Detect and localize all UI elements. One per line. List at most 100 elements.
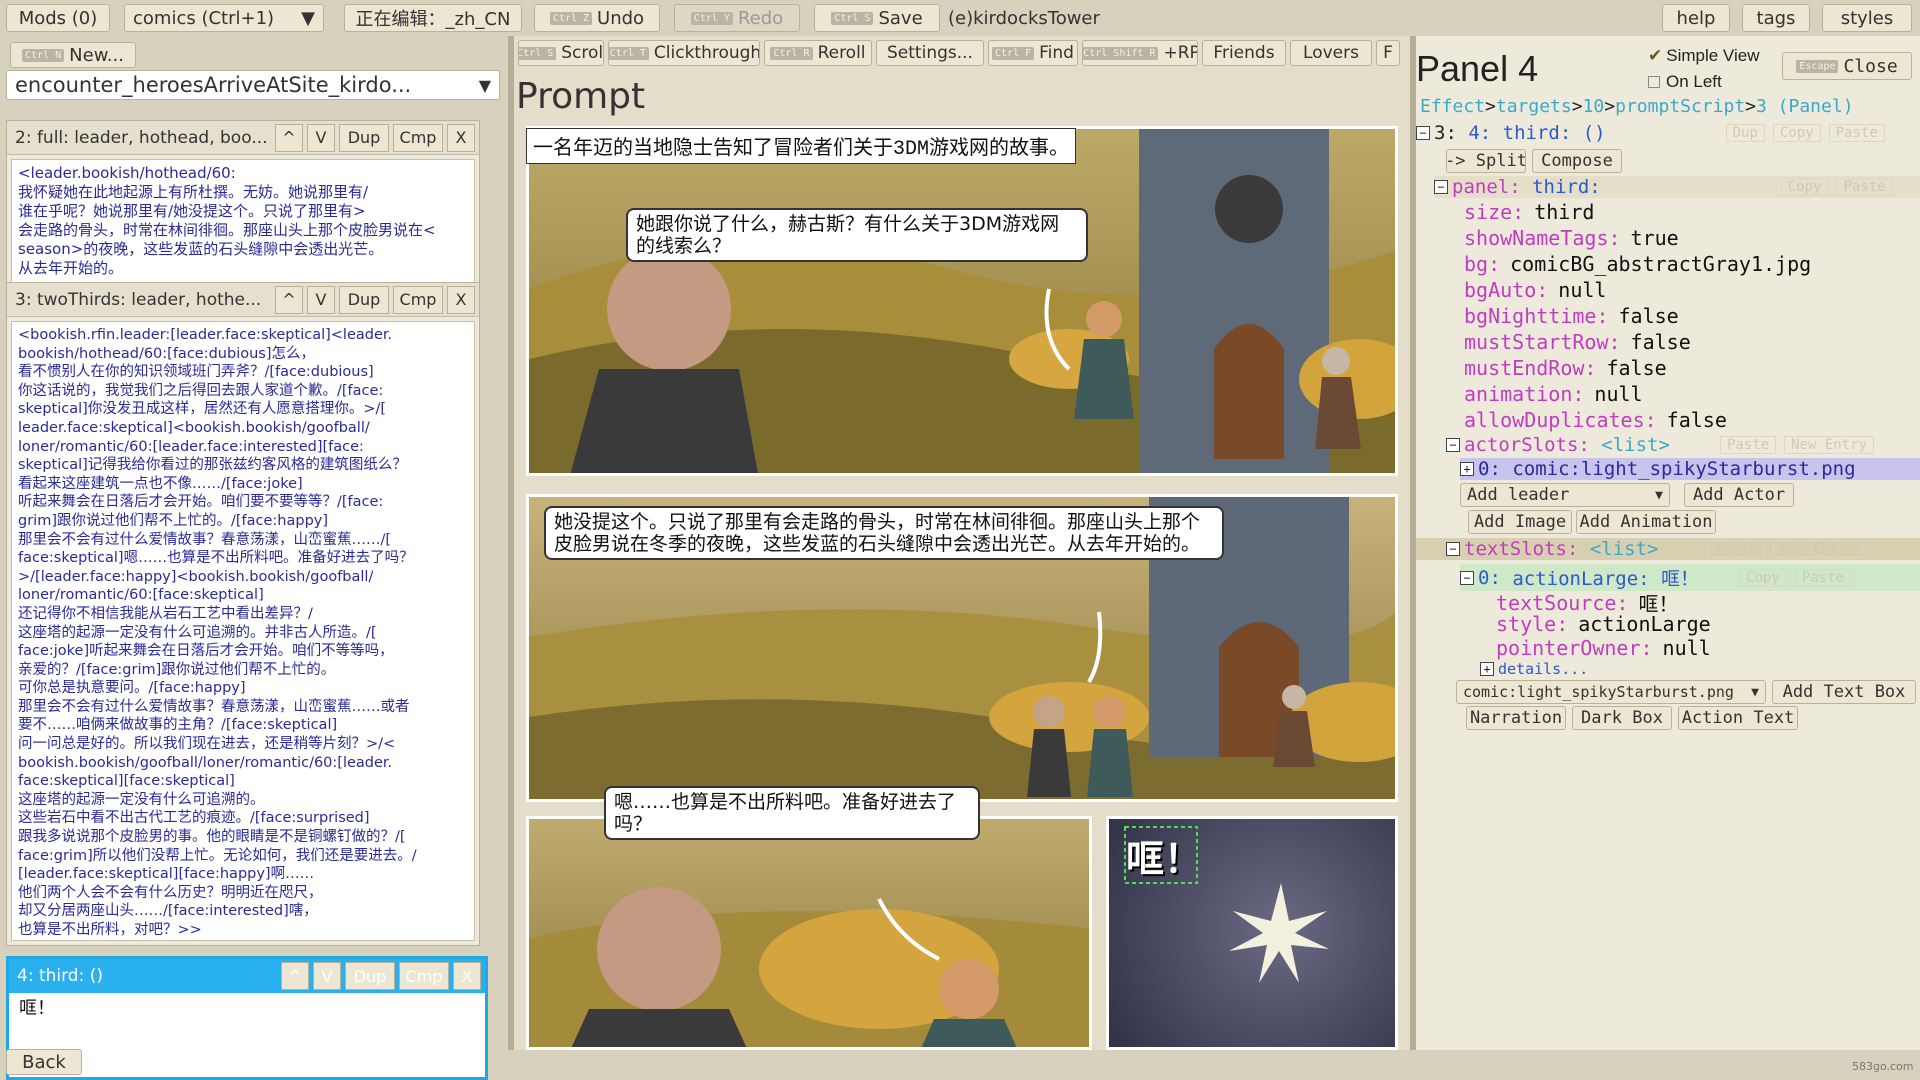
copy-button[interactable]: Copy [1772, 124, 1821, 142]
tree-field[interactable]: mustEndRow: false [1464, 356, 1667, 380]
move-down-button[interactable]: V [307, 123, 335, 152]
duplicate-button[interactable]: Dup [339, 285, 389, 314]
collapse-icon[interactable]: − [1434, 180, 1448, 194]
breadcrumb-link[interactable]: targets [1496, 96, 1572, 117]
field-value[interactable]: false [1619, 304, 1679, 328]
move-up-button[interactable]: ^ [275, 123, 303, 152]
dark-box-button[interactable]: Dark Box [1572, 706, 1672, 730]
preview-toolbar-button[interactable]: F [1376, 40, 1400, 66]
preview-toolbar-button[interactable]: Ctrl T Clickthrough [608, 40, 760, 66]
field-value[interactable]: actionLarge [1578, 612, 1710, 636]
styles-button[interactable]: styles [1822, 4, 1912, 32]
tree-field[interactable]: allowDuplicates: false [1464, 408, 1727, 432]
preview-toolbar-button[interactable]: Lovers [1290, 40, 1372, 66]
encounter-select[interactable]: encounter_heroesArriveAtSite_kirdo... ▼ [6, 70, 500, 100]
breadcrumb-link[interactable]: Effect [1420, 96, 1485, 117]
entry-text[interactable]: 哐！ [13, 995, 481, 1065]
mods-button[interactable]: Mods (0) [6, 4, 110, 32]
tree-node-text-slots[interactable]: − textSlots: <list> Paste New Entry [1416, 538, 1920, 560]
tree-node-details[interactable]: + details... [1480, 660, 1588, 678]
duplicate-button[interactable]: Dup [345, 962, 395, 990]
compare-button[interactable]: Cmp [393, 123, 443, 152]
tree-field[interactable]: style: actionLarge [1496, 612, 1711, 636]
breadcrumb-link[interactable]: 3 (Panel) [1756, 96, 1854, 117]
back-button[interactable]: Back [6, 1049, 82, 1075]
editing-language-button[interactable]: 正在编辑：_zh_CN [344, 4, 522, 32]
collapse-icon[interactable]: − [1416, 126, 1430, 140]
field-value[interactable]: false [1606, 356, 1666, 380]
move-up-button[interactable]: ^ [275, 285, 303, 314]
paste-button[interactable]: Paste [1719, 436, 1777, 454]
copy-button[interactable]: Copy [1780, 178, 1829, 196]
delete-button[interactable]: X [447, 285, 475, 314]
expand-icon[interactable]: + [1480, 662, 1494, 676]
comics-select[interactable]: comics (Ctrl+1) ▼ [124, 4, 324, 32]
breadcrumb-link[interactable]: promptScript [1615, 96, 1745, 117]
preview-toolbar-button[interactable]: Friends [1202, 40, 1286, 66]
expand-icon[interactable]: + [1460, 462, 1474, 476]
tree-field[interactable]: size: third [1464, 200, 1594, 224]
paste-button[interactable]: Paste [1836, 178, 1893, 196]
tree-field[interactable]: animation: null [1464, 382, 1643, 406]
add-actor-button[interactable]: Add Actor [1684, 483, 1794, 507]
collapse-icon[interactable]: − [1446, 542, 1460, 556]
field-value[interactable]: true [1631, 226, 1679, 250]
breadcrumb-link[interactable]: 10 [1583, 96, 1605, 117]
on-left-checkbox[interactable]: On Left [1648, 72, 1722, 92]
move-down-button[interactable]: V [313, 962, 341, 990]
field-value[interactable]: null [1558, 278, 1606, 302]
add-image-button[interactable]: Add Image [1468, 510, 1572, 534]
textbox-image-select[interactable]: comic:light_spikyStarburst.png ▼ [1456, 680, 1766, 704]
redo-button[interactable]: Ctrl Y Redo [674, 4, 800, 32]
field-value[interactable]: null [1663, 636, 1711, 660]
delete-button[interactable]: X [453, 962, 481, 990]
tree-field[interactable]: showNameTags: true [1464, 226, 1679, 250]
field-value[interactable]: false [1631, 330, 1691, 354]
script-entry[interactable]: 3: twoThirds: leader, hothe... ^ V Dup C… [6, 282, 480, 946]
simple-view-checkbox[interactable]: ✔ Simple View [1648, 46, 1759, 66]
new-entry-button[interactable]: New Entry [1772, 540, 1863, 558]
preview-toolbar-button[interactable]: Settings... [876, 40, 984, 66]
paste-button[interactable]: Paste [1794, 568, 1851, 587]
dup-button[interactable]: Dup [1725, 124, 1765, 142]
tree-node-panel[interactable]: − panel: third: Copy Paste [1434, 176, 1920, 198]
tree-field[interactable]: bgNighttime: false [1464, 304, 1679, 328]
preview-toolbar-button[interactable]: Ctrl Shift R +RP [1082, 40, 1198, 66]
field-value[interactable]: null [1594, 382, 1642, 406]
add-actor-select[interactable]: Add leader ▼ [1460, 483, 1670, 507]
action-text-button[interactable]: Action Text [1678, 706, 1798, 730]
compare-button[interactable]: Cmp [393, 285, 443, 314]
tree-node-text-0[interactable]: −0: actionLarge: 哐！ Copy Paste [1460, 564, 1920, 591]
field-value[interactable]: false [1667, 408, 1727, 432]
tree-field[interactable]: bgAuto: null [1464, 278, 1606, 302]
tags-button[interactable]: tags [1742, 4, 1810, 32]
add-animation-button[interactable]: Add Animation [1576, 510, 1716, 534]
paste-button[interactable]: Paste [1828, 124, 1885, 142]
field-value[interactable]: third [1534, 200, 1594, 224]
field-value[interactable]: comicBG_abstractGray1.jpg [1510, 252, 1811, 276]
copy-button[interactable]: Copy [1739, 568, 1787, 587]
narration-button[interactable]: Narration [1466, 706, 1566, 730]
tree-field[interactable]: pointerOwner: null [1496, 636, 1711, 660]
save-button[interactable]: Ctrl S Save [814, 4, 940, 32]
preview-toolbar-button[interactable]: Ctrl R Reroll [764, 40, 872, 66]
move-up-button[interactable]: ^ [281, 962, 309, 990]
delete-button[interactable]: X [447, 123, 475, 152]
split-button[interactable]: -> Split [1446, 149, 1526, 173]
preview-toolbar-button[interactable]: Ctrl S Scroll [518, 40, 604, 66]
compare-button[interactable]: Cmp [399, 962, 449, 990]
tree-node-root[interactable]: −3: 4: third: () Dup Copy Paste [1416, 122, 1885, 144]
tree-node-actor-0[interactable]: +0: comic:light_spikyStarburst.png [1460, 458, 1920, 480]
entry-text[interactable]: <bookish.rfin.leader:[leader.face:skepti… [11, 321, 475, 941]
undo-button[interactable]: Ctrl Z Undo [534, 4, 660, 32]
tree-field[interactable]: bg: comicBG_abstractGray1.jpg [1464, 252, 1811, 276]
tree-field[interactable]: mustStartRow: false [1464, 330, 1691, 354]
collapse-icon[interactable]: − [1446, 438, 1460, 452]
collapse-icon[interactable]: − [1460, 570, 1474, 585]
paste-button[interactable]: Paste [1708, 540, 1765, 558]
preview-toolbar-button[interactable]: Ctrl F Find [988, 40, 1078, 66]
new-entry-button[interactable]: New Entry [1784, 436, 1874, 454]
tree-node-actor-slots[interactable]: − actorSlots: <list> Paste New Entry [1446, 434, 1920, 456]
close-button[interactable]: Escape Close [1782, 52, 1912, 80]
new-entry-button[interactable]: Ctrl N New... [10, 42, 136, 68]
